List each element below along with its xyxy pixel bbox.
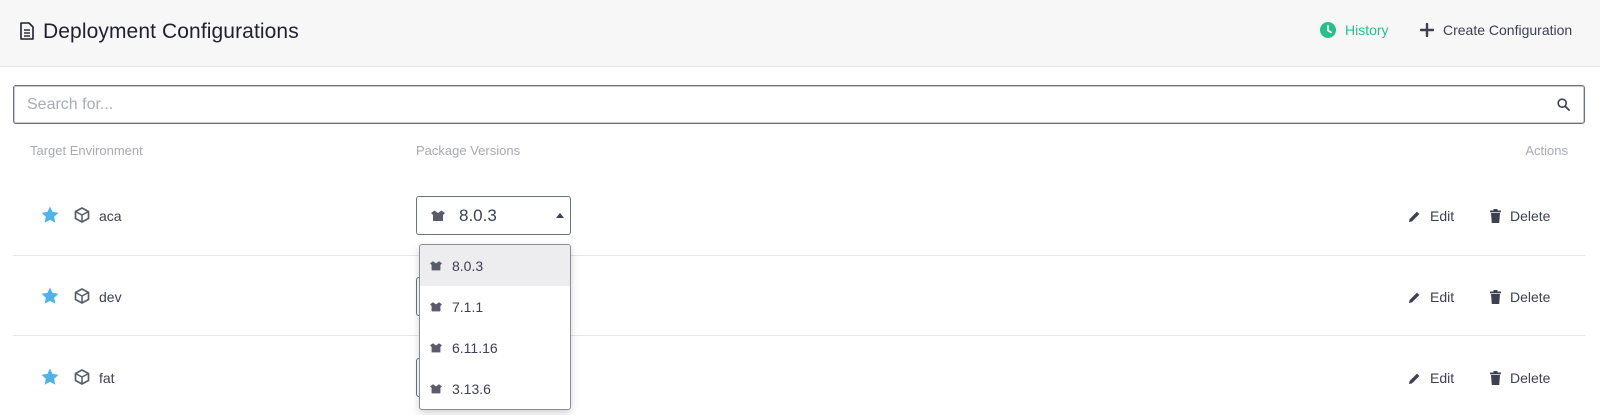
star-icon[interactable] (41, 206, 59, 228)
package-icon (430, 383, 442, 393)
version-option[interactable]: 8.0.3 (420, 245, 570, 286)
version-option[interactable]: 6.11.16 (420, 327, 570, 368)
edit-button[interactable]: Edit (1408, 289, 1454, 305)
cube-icon (74, 288, 90, 309)
version-option-label: 6.11.16 (452, 339, 498, 356)
package-icon (431, 210, 445, 221)
pencil-icon (1409, 211, 1420, 222)
caret-up-icon (556, 213, 564, 218)
column-header-actions: Actions (1525, 143, 1568, 158)
search-box (13, 85, 1585, 124)
column-header-target-environment: Target Environment (30, 143, 143, 158)
package-version-select[interactable]: 8.0.3 (416, 196, 571, 235)
history-label: History (1345, 22, 1389, 38)
cube-icon (74, 207, 90, 228)
trash-icon (1490, 290, 1501, 304)
create-configuration-label: Create Configuration (1443, 22, 1573, 38)
version-option-label: 7.1.1 (452, 298, 484, 315)
package-icon (430, 260, 442, 270)
edit-button[interactable]: Edit (1408, 370, 1454, 386)
version-dropdown-menu: 8.0.3 7.1.1 6.11.16 3.13.6 (419, 244, 571, 410)
trash-icon (1490, 371, 1501, 385)
pencil-icon (1409, 373, 1420, 384)
plus-icon (1420, 23, 1434, 37)
package-icon (430, 342, 442, 352)
trash-icon (1490, 209, 1501, 223)
version-option[interactable]: 3.13.6 (420, 368, 570, 409)
delete-label: Delete (1510, 370, 1551, 386)
delete-label: Delete (1510, 208, 1551, 224)
edit-label: Edit (1430, 289, 1455, 305)
page-header: Deployment Configurations History Create… (0, 0, 1600, 67)
edit-button[interactable]: Edit (1408, 208, 1454, 224)
cube-icon (74, 369, 90, 390)
row-divider (13, 255, 1585, 256)
environment-name: aca (99, 208, 122, 224)
star-icon[interactable] (41, 287, 59, 309)
edit-label: Edit (1430, 208, 1455, 224)
search-icon[interactable] (1557, 98, 1570, 116)
history-button[interactable]: History (1320, 22, 1389, 38)
pencil-icon (1409, 292, 1420, 303)
edit-label: Edit (1430, 370, 1455, 386)
delete-button[interactable]: Delete (1490, 289, 1550, 305)
search-input[interactable] (14, 86, 1584, 123)
environment-name: dev (99, 289, 122, 305)
delete-button[interactable]: Delete (1490, 370, 1550, 386)
clock-icon (1320, 22, 1336, 38)
document-icon (19, 22, 37, 42)
delete-label: Delete (1510, 289, 1551, 305)
page-title-group: Deployment Configurations (19, 20, 299, 44)
version-option[interactable]: 7.1.1 (420, 286, 570, 327)
environment-name: fat (99, 370, 115, 386)
selected-version: 8.0.3 (459, 205, 497, 225)
column-header-package-versions: Package Versions (416, 143, 521, 158)
row-divider (13, 335, 1585, 336)
version-option-label: 8.0.3 (452, 257, 484, 274)
version-option-label: 3.13.6 (452, 380, 491, 397)
star-icon[interactable] (41, 368, 59, 390)
package-icon (430, 301, 442, 311)
delete-button[interactable]: Delete (1490, 208, 1550, 224)
page-title: Deployment Configurations (43, 20, 299, 43)
create-configuration-button[interactable]: Create Configuration (1420, 22, 1572, 38)
